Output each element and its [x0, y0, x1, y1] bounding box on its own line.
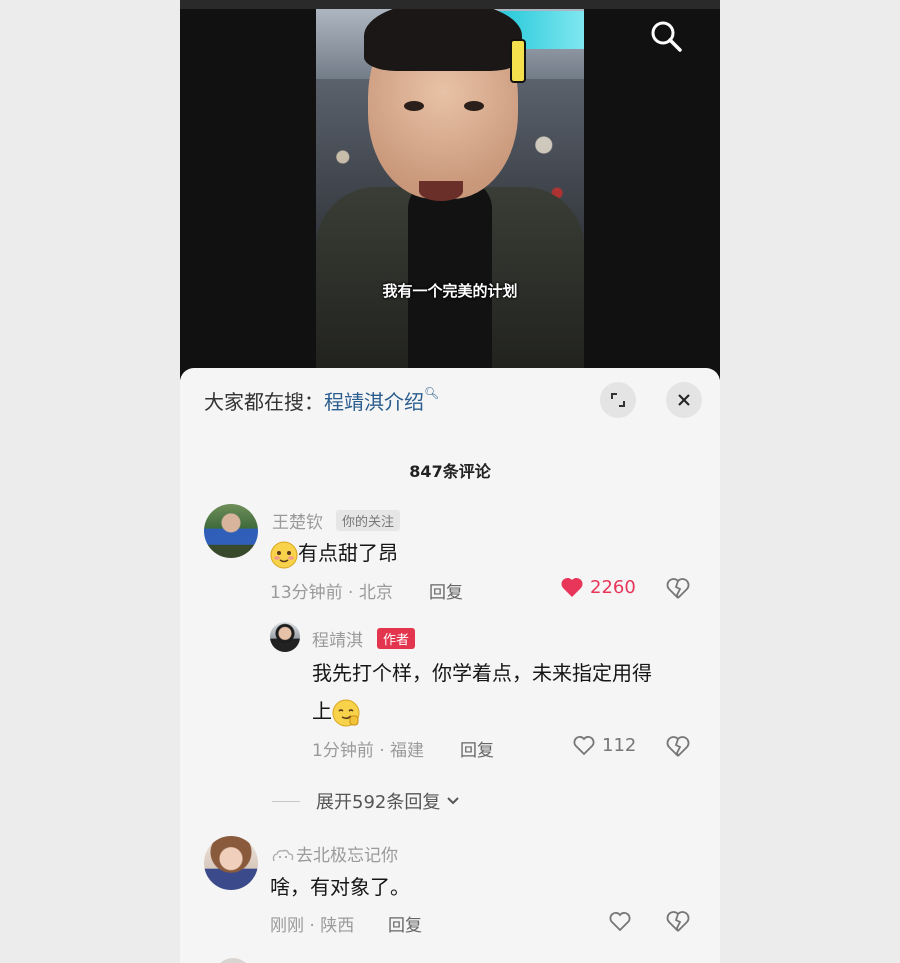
video-caption: 我有一个完美的计划 [382, 282, 518, 300]
like-button[interactable]: 2260 [560, 576, 636, 598]
close-icon [678, 394, 690, 406]
reply-like-button[interactable]: 112 [572, 734, 636, 756]
avatar[interactable] [204, 504, 258, 558]
reply-text-line2: 上 [312, 692, 360, 730]
expand-replies-label: 展开592条回复 [316, 792, 441, 813]
comment-username-text: 去北极忘记你 [296, 846, 398, 866]
reply-like-count: 112 [602, 734, 637, 756]
comment-text-content: 有点甜了昂 [298, 541, 398, 565]
broken-heart-icon [666, 736, 690, 757]
dislike-button[interactable] [666, 577, 690, 603]
reply-button[interactable]: 回复 [429, 578, 463, 603]
broken-heart-icon [666, 911, 690, 932]
comment-username[interactable]: 王楚钦 [272, 508, 323, 533]
suggested-search-term[interactable]: 程靖淇介绍 [324, 390, 424, 414]
close-button[interactable] [666, 382, 702, 418]
reply-button[interactable]: 回复 [388, 911, 422, 936]
reply-reply-button[interactable]: 回复 [460, 736, 494, 761]
app-screen: 我有一个完美的计划 大家都在搜：程靖淇介绍🔍︎ 847条评论 王楚钦 你的关注 … [180, 0, 720, 963]
comment-text: 啥，有对象了。 [270, 875, 410, 899]
heart-filled-icon [561, 577, 583, 597]
comment-text: 有点甜了昂 [270, 534, 398, 572]
dislike-button[interactable] [666, 910, 690, 936]
comment-meta: 刚刚 · 陕西 [270, 916, 355, 936]
suggested-search[interactable]: 大家都在搜：程靖淇介绍🔍︎ [204, 386, 439, 415]
divider-line [272, 800, 300, 802]
author-badge: 作者 [377, 628, 416, 649]
avatar[interactable] [214, 958, 252, 963]
reply-meta: 1分钟前 · 福建 [312, 741, 425, 761]
comment-meta: 13分钟前 · 北京 [270, 583, 393, 603]
reply-text-line2-content: 上 [312, 699, 332, 723]
video-frame [316, 9, 584, 380]
exclamation-sticker [510, 39, 526, 83]
like-button[interactable] [608, 910, 632, 932]
heart-outline-icon [609, 912, 631, 932]
comment-sheet: 大家都在搜：程靖淇介绍🔍︎ 847条评论 王楚钦 你的关注 有点甜了昂 13分钟… [180, 368, 720, 963]
search-small-icon: 🔍︎ [424, 386, 440, 400]
like-count: 2260 [590, 576, 636, 598]
search-icon[interactable] [648, 18, 684, 54]
blush-emoji-icon [270, 541, 298, 568]
reply-avatar[interactable] [270, 622, 300, 652]
chevron-down-icon [447, 797, 460, 805]
cloud-bear-icon [272, 849, 294, 862]
video-player[interactable]: 我有一个完美的计划 [180, 0, 720, 380]
comment-count: 847条评论 [409, 462, 491, 481]
heart-outline-icon [573, 736, 595, 756]
broken-heart-icon [666, 578, 690, 599]
suggested-search-label: 大家都在搜： [204, 390, 324, 414]
follow-badge: 你的关注 [336, 510, 401, 531]
reply-text-line1: 我先打个样，你学着点，未来指定用得 [312, 661, 652, 685]
comment-username[interactable]: 去北极忘记你 [270, 841, 398, 866]
smug-emoji-icon [332, 699, 360, 726]
avatar[interactable] [204, 836, 258, 890]
expand-icon [611, 393, 625, 407]
status-strip [180, 0, 720, 9]
expand-replies-button[interactable]: 展开592条回复 [272, 788, 460, 814]
reply-username[interactable]: 程靖淇 [312, 626, 363, 651]
expand-button[interactable] [600, 382, 636, 418]
reply-dislike-button[interactable] [666, 735, 690, 761]
